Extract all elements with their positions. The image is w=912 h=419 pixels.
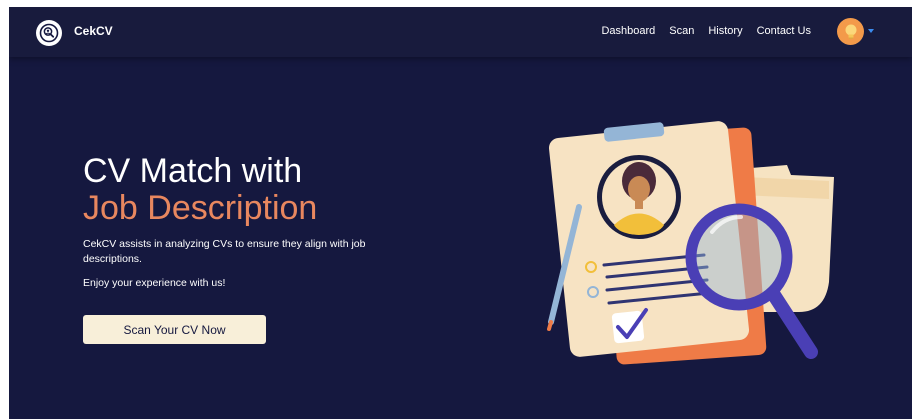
portrait-face: [628, 176, 650, 202]
nav-link-dashboard[interactable]: Dashboard: [601, 25, 655, 37]
app-frame: CekCV Dashboard Scan History Contact Us …: [9, 7, 912, 419]
hero-title-line2: Job Description: [83, 189, 318, 227]
hero-enjoy-text: Enjoy your experience with us!: [83, 277, 226, 289]
lightbulb-icon: [845, 24, 856, 39]
nav-link-history[interactable]: History: [708, 25, 742, 37]
nav-link-scan[interactable]: Scan: [669, 25, 694, 37]
brand-name[interactable]: CekCV: [74, 24, 113, 38]
hero-description: CekCV assists in analyzing CVs to ensure…: [83, 238, 366, 265]
user-avatar[interactable]: [837, 18, 864, 45]
logo-icon[interactable]: [36, 20, 62, 46]
navbar: CekCV Dashboard Scan History Contact Us: [9, 7, 912, 57]
nav-link-contact-us[interactable]: Contact Us: [757, 25, 811, 37]
nav-links: Dashboard Scan History Contact Us: [601, 25, 811, 37]
caret-down-icon[interactable]: [868, 29, 874, 33]
hero-title-line1: CV Match with: [83, 152, 303, 190]
cv-scan-illustration: [547, 121, 834, 365]
scan-cv-button[interactable]: Scan Your CV Now: [83, 315, 266, 344]
